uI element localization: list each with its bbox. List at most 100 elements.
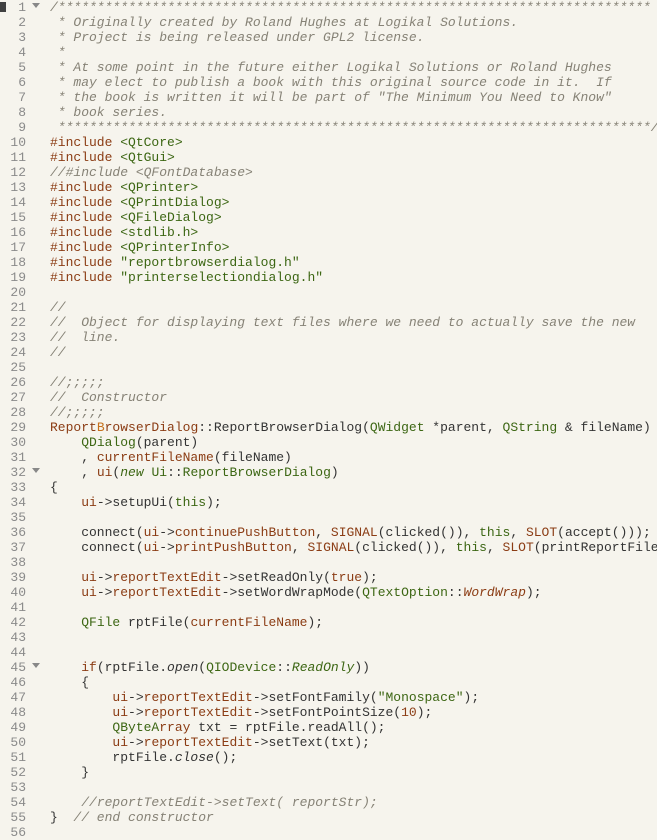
code-line[interactable]	[50, 780, 657, 795]
line-number: 45	[8, 660, 26, 675]
line-number: 8	[8, 105, 26, 120]
fold-gutter-line	[30, 690, 44, 705]
code-line[interactable]: //;;;;;	[50, 375, 657, 390]
fold-gutter-line	[30, 315, 44, 330]
code-line[interactable]: #include <QPrinter>	[50, 180, 657, 195]
code-line[interactable]	[50, 360, 657, 375]
code-line[interactable]: #include <QPrinterInfo>	[50, 240, 657, 255]
code-line[interactable]: //;;;;;	[50, 405, 657, 420]
code-line[interactable]: connect(ui->continuePushButton, SIGNAL(c…	[50, 525, 657, 540]
code-line[interactable]: #include <stdlib.h>	[50, 225, 657, 240]
fold-arrow-icon[interactable]	[32, 3, 40, 8]
code-line[interactable]: * book series.	[50, 105, 657, 120]
code-line[interactable]: //#include <QFontDatabase>	[50, 165, 657, 180]
code-line[interactable]: }	[50, 765, 657, 780]
code-line[interactable]: // line.	[50, 330, 657, 345]
line-number: 56	[8, 825, 26, 840]
code-line[interactable]: ui->reportTextEdit->setText(txt);	[50, 735, 657, 750]
code-line[interactable]: *	[50, 45, 657, 60]
line-number: 28	[8, 405, 26, 420]
fold-gutter-line	[30, 150, 44, 165]
line-number: 53	[8, 780, 26, 795]
fold-arrow-icon[interactable]	[32, 663, 40, 668]
fold-arrow-icon[interactable]	[32, 468, 40, 473]
code-line[interactable]: //reportTextEdit->setText( reportStr);	[50, 795, 657, 810]
code-line[interactable]: connect(ui->printPushButton, SIGNAL(clic…	[50, 540, 657, 555]
code-line[interactable]: #include <QFileDialog>	[50, 210, 657, 225]
code-line[interactable]: #include <QtCore>	[50, 135, 657, 150]
line-number: 30	[8, 435, 26, 450]
code-line[interactable]: ****************************************…	[50, 120, 657, 135]
code-line[interactable]: #include "printerselectiondialog.h"	[50, 270, 657, 285]
code-line[interactable]: QDialog(parent)	[50, 435, 657, 450]
code-line[interactable]: {	[50, 675, 657, 690]
code-line[interactable]: * Project is being released under GPL2 l…	[50, 30, 657, 45]
line-number: 32	[8, 465, 26, 480]
fold-gutter-line	[30, 480, 44, 495]
fold-gutter-line	[30, 300, 44, 315]
code-line[interactable]	[50, 630, 657, 645]
fold-gutter-line	[30, 525, 44, 540]
fold-gutter-line	[30, 405, 44, 420]
fold-gutter-line	[30, 225, 44, 240]
code-line[interactable]	[50, 285, 657, 300]
code-line[interactable]: {	[50, 480, 657, 495]
code-editor[interactable]: 1234567891011121314151617181920212223242…	[0, 0, 657, 836]
code-line[interactable]: // Object for displaying text files wher…	[50, 315, 657, 330]
line-number: 33	[8, 480, 26, 495]
line-number: 22	[8, 315, 26, 330]
code-line[interactable]: //	[50, 300, 657, 315]
line-number: 40	[8, 585, 26, 600]
code-line[interactable]	[50, 600, 657, 615]
code-line[interactable]: , currentFileName(fileName)	[50, 450, 657, 465]
code-line[interactable]	[50, 555, 657, 570]
code-line[interactable]: * the book is written it will be part of…	[50, 90, 657, 105]
code-line[interactable]: ui->reportTextEdit->setFontPointSize(10)…	[50, 705, 657, 720]
code-line[interactable]: QFile rptFile(currentFileName);	[50, 615, 657, 630]
line-number: 10	[8, 135, 26, 150]
code-line[interactable]: } // end constructor	[50, 810, 657, 825]
code-line[interactable]: #include <QtGui>	[50, 150, 657, 165]
code-line[interactable]: ui->reportTextEdit->setReadOnly(true);	[50, 570, 657, 585]
fold-gutter-line	[30, 180, 44, 195]
fold-gutter-line	[30, 795, 44, 810]
bookmark-marker-icon[interactable]	[0, 2, 6, 12]
line-number: 15	[8, 210, 26, 225]
fold-gutter-line	[30, 750, 44, 765]
code-line[interactable]: //	[50, 345, 657, 360]
code-line[interactable]: ui->reportTextEdit->setFontFamily("Monos…	[50, 690, 657, 705]
marker-gutter	[0, 0, 6, 836]
code-line[interactable]: /***************************************…	[50, 0, 657, 15]
code-line[interactable]: * Originally created by Roland Hughes at…	[50, 15, 657, 30]
code-line[interactable]: ReportBrowserDialog::ReportBrowserDialog…	[50, 420, 657, 435]
code-line[interactable]: ui->setupUi(this);	[50, 495, 657, 510]
code-line[interactable]: ui->reportTextEdit->setWordWrapMode(QTex…	[50, 585, 657, 600]
line-number: 18	[8, 255, 26, 270]
code-line[interactable]	[50, 510, 657, 525]
line-number: 35	[8, 510, 26, 525]
line-number: 14	[8, 195, 26, 210]
code-line[interactable]	[50, 645, 657, 660]
code-line[interactable]: QByteArray txt = rptFile.readAll();	[50, 720, 657, 735]
fold-gutter-line	[30, 735, 44, 750]
line-number: 38	[8, 555, 26, 570]
code-line[interactable]: #include <QPrintDialog>	[50, 195, 657, 210]
line-number: 44	[8, 645, 26, 660]
code-line[interactable]: if(rptFile.open(QIODevice::ReadOnly))	[50, 660, 657, 675]
code-line[interactable]: * At some point in the future either Log…	[50, 60, 657, 75]
code-line[interactable]: // Constructor	[50, 390, 657, 405]
line-number: 21	[8, 300, 26, 315]
code-line[interactable]: , ui(new Ui::ReportBrowserDialog)	[50, 465, 657, 480]
code-line[interactable]: rptFile.close();	[50, 750, 657, 765]
fold-gutter-line	[30, 330, 44, 345]
line-number: 19	[8, 270, 26, 285]
fold-gutter-line	[30, 615, 44, 630]
line-number: 16	[8, 225, 26, 240]
code-line[interactable]: #include "reportbrowserdialog.h"	[50, 255, 657, 270]
code-line[interactable]: * may elect to publish a book with this …	[50, 75, 657, 90]
code-area[interactable]: /***************************************…	[44, 0, 657, 836]
line-number: 51	[8, 750, 26, 765]
line-number: 27	[8, 390, 26, 405]
fold-gutter-line	[30, 285, 44, 300]
code-line[interactable]	[50, 825, 657, 840]
